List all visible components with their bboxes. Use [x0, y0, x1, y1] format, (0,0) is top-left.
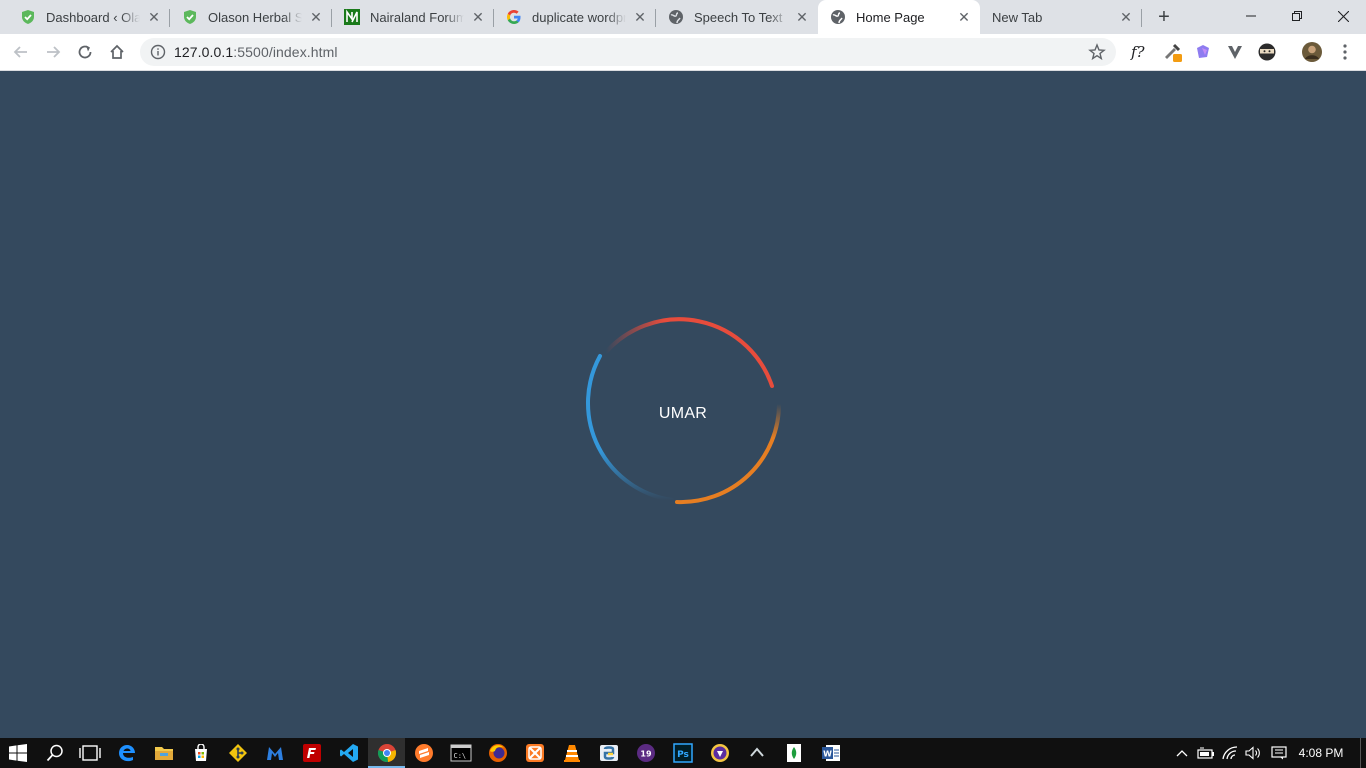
globe-icon — [668, 9, 684, 25]
info-icon[interactable] — [150, 44, 166, 60]
close-window-button[interactable] — [1320, 0, 1366, 30]
close-icon[interactable]: ✕ — [470, 9, 486, 25]
word-icon[interactable]: W — [819, 741, 843, 765]
browser-tabstrip: Dashboard ‹ Olaso ✕ Olason Herbal Sho ✕ … — [0, 0, 1366, 34]
reload-button[interactable] — [73, 40, 97, 64]
action-center-icon[interactable] — [1270, 745, 1288, 761]
v-icon[interactable] — [1224, 41, 1246, 63]
tab-title: duplicate wordpre — [532, 9, 626, 25]
globe-icon — [830, 9, 846, 25]
xampp-icon[interactable] — [523, 741, 547, 765]
address-bar[interactable]: 127.0.0.1:5500/index.html — [140, 38, 1116, 66]
arrow-icon[interactable] — [745, 741, 769, 765]
tab-new-tab[interactable]: New Tab ✕ — [980, 0, 1142, 34]
firefox-icon[interactable] — [486, 741, 510, 765]
tab-title: Speech To Text — [694, 9, 783, 25]
browser-toolbar: 127.0.0.1:5500/index.html f? — [0, 34, 1366, 71]
filezilla-icon[interactable] — [300, 741, 324, 765]
task-view-icon[interactable] — [78, 741, 102, 765]
tab-duplicate-wordpress[interactable]: duplicate wordpre ✕ — [494, 0, 656, 34]
windows-taskbar: C:\ 19 Ps W 4:08 PM — [0, 738, 1366, 768]
close-icon[interactable]: ✕ — [632, 9, 648, 25]
search-icon[interactable] — [43, 741, 67, 765]
tab-nairaland[interactable]: Nairaland Forum ✕ — [332, 0, 494, 34]
avatar[interactable] — [1301, 41, 1323, 63]
edge-icon[interactable] — [115, 741, 139, 765]
close-icon[interactable]: ✕ — [956, 9, 972, 25]
python-icon[interactable] — [597, 741, 621, 765]
nineteen-label: 19 — [640, 750, 652, 759]
close-icon[interactable]: ✕ — [794, 9, 810, 25]
malwarebytes-icon[interactable] — [263, 741, 287, 765]
nairaland-icon — [344, 9, 360, 25]
close-icon[interactable]: ✕ — [1118, 9, 1134, 25]
brave-icon[interactable] — [708, 741, 732, 765]
loader-ring: UMAR — [582, 304, 784, 506]
battery-icon[interactable] — [1197, 745, 1215, 761]
page-viewport: UMAR — [0, 71, 1366, 738]
menu-kebab-icon[interactable] — [1334, 41, 1356, 63]
close-icon[interactable]: ✕ — [308, 9, 324, 25]
formula-icon[interactable]: f? — [1128, 41, 1150, 63]
show-desktop-button[interactable] — [1360, 738, 1361, 768]
tray-chevron-up-icon[interactable] — [1174, 745, 1190, 761]
url-text: 127.0.0.1:5500/index.html — [174, 44, 338, 60]
vscode-icon[interactable] — [337, 741, 361, 765]
chrome-icon[interactable] — [375, 741, 399, 765]
volume-icon[interactable] — [1245, 745, 1263, 761]
word-label: W — [823, 750, 832, 759]
store-icon[interactable] — [189, 741, 213, 765]
cmd-label: C:\ — [454, 752, 467, 760]
tab-title: Dashboard ‹ Olaso — [46, 9, 140, 25]
nineteen-icon[interactable]: 19 — [634, 741, 658, 765]
tab-home-page[interactable]: Home Page ✕ — [818, 0, 980, 34]
close-icon[interactable]: ✕ — [146, 9, 162, 25]
reload-icon — [78, 45, 92, 59]
url-path: :5500/index.html — [233, 44, 338, 60]
tab-title: Nairaland Forum — [370, 9, 464, 25]
photoshop-icon[interactable]: Ps — [671, 741, 695, 765]
tab-speech-to-text[interactable]: Speech To Text ✕ — [656, 0, 818, 34]
forward-button[interactable] — [41, 40, 65, 64]
vlc-icon[interactable] — [560, 741, 584, 765]
new-tab-button[interactable]: + — [1152, 5, 1176, 29]
tab-title: Olason Herbal Sho — [208, 9, 302, 25]
back-button[interactable] — [9, 40, 33, 64]
shield-check-icon — [182, 9, 198, 25]
tab-title: Home Page — [856, 9, 925, 25]
puzzle-icon[interactable] — [1192, 41, 1214, 63]
file-explorer-icon[interactable] — [152, 741, 176, 765]
back-arrow-icon — [13, 46, 27, 58]
eyedropper-icon[interactable] — [1161, 41, 1183, 63]
wifi-icon[interactable] — [1221, 745, 1239, 761]
start-icon[interactable] — [6, 741, 30, 765]
shield-check-icon — [20, 9, 36, 25]
cmd-icon[interactable]: C:\ — [449, 741, 473, 765]
svg-text:f?: f? — [1130, 43, 1146, 61]
git-icon[interactable] — [226, 741, 250, 765]
tab-separator — [1141, 9, 1142, 27]
home-button[interactable] — [105, 40, 129, 64]
bookmark-star-icon[interactable] — [1088, 43, 1106, 61]
photoshop-label: Ps — [677, 750, 689, 760]
tab-dashboard[interactable]: Dashboard ‹ Olaso ✕ — [8, 0, 170, 34]
tab-olason-herbal[interactable]: Olason Herbal Sho ✕ — [170, 0, 332, 34]
tab-title: New Tab — [992, 9, 1043, 25]
restore-button[interactable] — [1274, 0, 1320, 30]
ninja-icon[interactable] — [1256, 41, 1278, 63]
forward-arrow-icon — [47, 46, 61, 58]
green-doc-icon[interactable] — [782, 741, 806, 765]
loader-label: UMAR — [658, 405, 708, 422]
minimize-button[interactable] — [1228, 0, 1274, 30]
url-host: 127.0.0.1 — [174, 44, 234, 60]
taskbar-clock[interactable]: 4:08 PM — [1296, 738, 1346, 768]
sublime-icon[interactable] — [412, 741, 436, 765]
google-icon — [506, 9, 522, 25]
home-icon — [110, 44, 124, 59]
